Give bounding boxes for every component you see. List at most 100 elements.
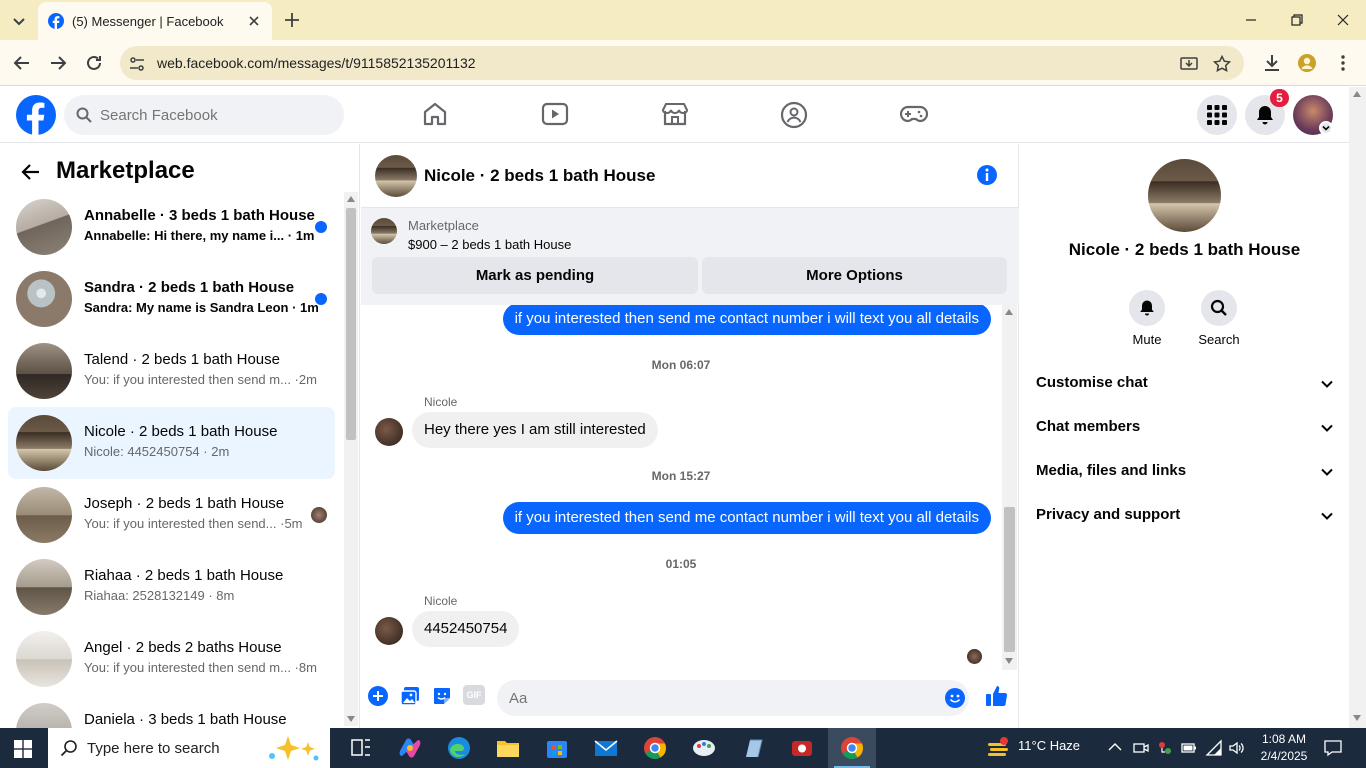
conversation-item[interactable]: Sandra · 2 beds 1 bath House Sandra: My … — [8, 263, 335, 335]
url-text[interactable]: web.facebook.com/messages/t/911585213520… — [157, 55, 476, 71]
marketplace-icon[interactable] — [661, 101, 689, 127]
wifi-icon[interactable] — [1205, 739, 1223, 757]
chat-avatar[interactable] — [375, 155, 417, 197]
message-input-box[interactable] — [497, 680, 969, 716]
conversation-item[interactable]: Annabelle · 3 beds 1 bath House Annabell… — [8, 191, 335, 263]
chat-title[interactable]: Nicole · 2 beds 1 bath House — [424, 166, 655, 186]
chevron-down-icon — [1321, 468, 1333, 476]
info-icon[interactable] — [976, 164, 998, 186]
conversation-item[interactable]: Riahaa · 2 beds 1 bath House Riahaa: 252… — [8, 551, 335, 623]
groups-icon[interactable] — [780, 101, 808, 129]
facebook-search-input[interactable] — [100, 95, 330, 135]
profile-icon[interactable] — [1297, 53, 1317, 73]
outgoing-message[interactable]: if you interested then send me contact n… — [502, 305, 991, 335]
thumbs-up-icon[interactable] — [985, 684, 1009, 708]
tab-title: (5) Messenger | Facebook — [72, 14, 224, 29]
meet-now-icon[interactable] — [1133, 740, 1149, 756]
notes-app-icon[interactable] — [735, 734, 771, 762]
battery-icon[interactable] — [1181, 740, 1197, 756]
paint-app-icon[interactable] — [686, 734, 722, 762]
outgoing-message[interactable]: if you interested then send me contact n… — [502, 502, 991, 534]
conversation-item-selected[interactable]: Nicole · 2 beds 1 bath House Nicole: 445… — [8, 407, 335, 479]
mark-as-pending-button[interactable]: Mark as pending — [372, 257, 698, 294]
search-label: Search — [1198, 332, 1240, 347]
mute-button[interactable]: Mute — [1117, 290, 1177, 347]
conversation-list-scrollbar[interactable] — [344, 192, 358, 726]
reload-icon[interactable] — [84, 53, 104, 73]
customise-chat-section[interactable]: Customise chat — [1036, 363, 1334, 407]
network-people-icon[interactable] — [1156, 739, 1174, 757]
edge-browser-icon[interactable] — [441, 734, 477, 762]
taskbar-search-text: Type here to search — [87, 740, 220, 757]
privacy-support-section[interactable]: Privacy and support — [1036, 495, 1334, 539]
facebook-search-box[interactable] — [64, 95, 344, 135]
active-chrome-icon[interactable] — [828, 728, 876, 768]
gif-icon[interactable]: GIF — [463, 685, 485, 705]
gaming-icon[interactable] — [900, 101, 928, 127]
plus-circle-icon[interactable] — [368, 686, 388, 706]
install-app-icon[interactable] — [1180, 55, 1198, 73]
facebook-logo-icon[interactable] — [16, 95, 56, 135]
listing-price-title[interactable]: $900 – 2 beds 1 bath House — [408, 237, 571, 252]
back-arrow-icon[interactable] — [12, 53, 32, 73]
chat-members-section[interactable]: Chat members — [1036, 407, 1334, 451]
notification-center-icon[interactable] — [1324, 739, 1342, 757]
bookmark-star-icon[interactable] — [1213, 55, 1231, 73]
incoming-message[interactable]: Hey there yes I am still interested — [412, 412, 658, 448]
chrome-menu-icon[interactable] — [1333, 53, 1353, 73]
close-window-icon[interactable] — [1320, 0, 1366, 40]
conversation-item[interactable]: Angel · 2 beds 2 baths House You: if you… — [8, 623, 335, 695]
scrollbar-thumb[interactable] — [1004, 507, 1015, 652]
forward-arrow-icon[interactable] — [48, 53, 68, 73]
omnibox[interactable]: web.facebook.com/messages/t/911585213520… — [120, 46, 1244, 80]
close-tab-icon[interactable] — [246, 13, 262, 29]
weather-icon[interactable] — [986, 737, 1010, 759]
copilot-icon[interactable] — [392, 734, 428, 762]
screen-recorder-icon[interactable] — [784, 734, 820, 762]
timestamp: 01:05 — [665, 557, 697, 571]
menu-grid-button[interactable] — [1197, 95, 1237, 135]
mail-icon[interactable] — [588, 734, 624, 762]
home-icon[interactable] — [422, 101, 448, 127]
site-settings-icon[interactable] — [128, 55, 146, 73]
taskbar-search-box[interactable]: Type here to search — [48, 728, 330, 768]
chrome-icon[interactable] — [637, 734, 673, 762]
tab-search-chevron-icon[interactable] — [10, 12, 28, 30]
system-clock[interactable]: 1:08 AM 2/4/2025 — [1256, 732, 1312, 763]
incoming-message[interactable]: 4452450754 — [412, 611, 520, 647]
conversation-item[interactable]: Joseph · 2 beds 1 bath House You: if you… — [8, 479, 335, 551]
task-view-icon[interactable] — [343, 734, 379, 762]
back-arrow-icon[interactable] — [20, 161, 42, 183]
more-options-button[interactable]: More Options — [702, 257, 1007, 294]
emoji-icon[interactable] — [945, 688, 965, 708]
conversation-item[interactable]: Daniela · 3 beds 1 bath House — [8, 695, 335, 728]
photo-gallery-icon[interactable] — [400, 686, 420, 706]
new-tab-plus-icon[interactable] — [283, 11, 301, 29]
microsoft-store-icon[interactable] — [539, 734, 575, 762]
minimize-icon[interactable] — [1228, 0, 1274, 40]
media-files-links-section[interactable]: Media, files and links — [1036, 451, 1334, 495]
account-avatar[interactable] — [1293, 95, 1333, 135]
account-chevron-icon — [1319, 121, 1333, 135]
tray-chevron-up-icon[interactable] — [1108, 742, 1122, 752]
restore-icon[interactable] — [1274, 0, 1320, 40]
windows-start-icon[interactable] — [14, 740, 32, 758]
message-input[interactable] — [509, 680, 929, 716]
message-thread-scrollbar[interactable] — [1002, 305, 1017, 670]
page-scrollbar[interactable] — [1349, 87, 1366, 728]
sticker-icon[interactable] — [432, 686, 452, 706]
conversation-item[interactable]: Talend · 2 beds 1 bath House You: if you… — [8, 335, 335, 407]
file-explorer-icon[interactable] — [490, 734, 526, 762]
video-icon[interactable] — [541, 101, 569, 127]
downloads-icon[interactable] — [1262, 53, 1282, 73]
scroll-down-icon — [1353, 715, 1361, 721]
listing-thumbnail — [16, 487, 72, 543]
scrollbar-thumb[interactable] — [346, 208, 356, 440]
browser-tab-messenger[interactable]: (5) Messenger | Facebook — [38, 2, 272, 40]
sender-avatar[interactable] — [375, 617, 403, 645]
search-in-chat-button[interactable]: Search — [1189, 290, 1249, 347]
sender-avatar[interactable] — [375, 418, 403, 446]
volume-icon[interactable] — [1228, 739, 1246, 757]
weather-text[interactable]: 11°C Haze — [1018, 738, 1080, 753]
contact-avatar[interactable] — [1148, 159, 1221, 232]
